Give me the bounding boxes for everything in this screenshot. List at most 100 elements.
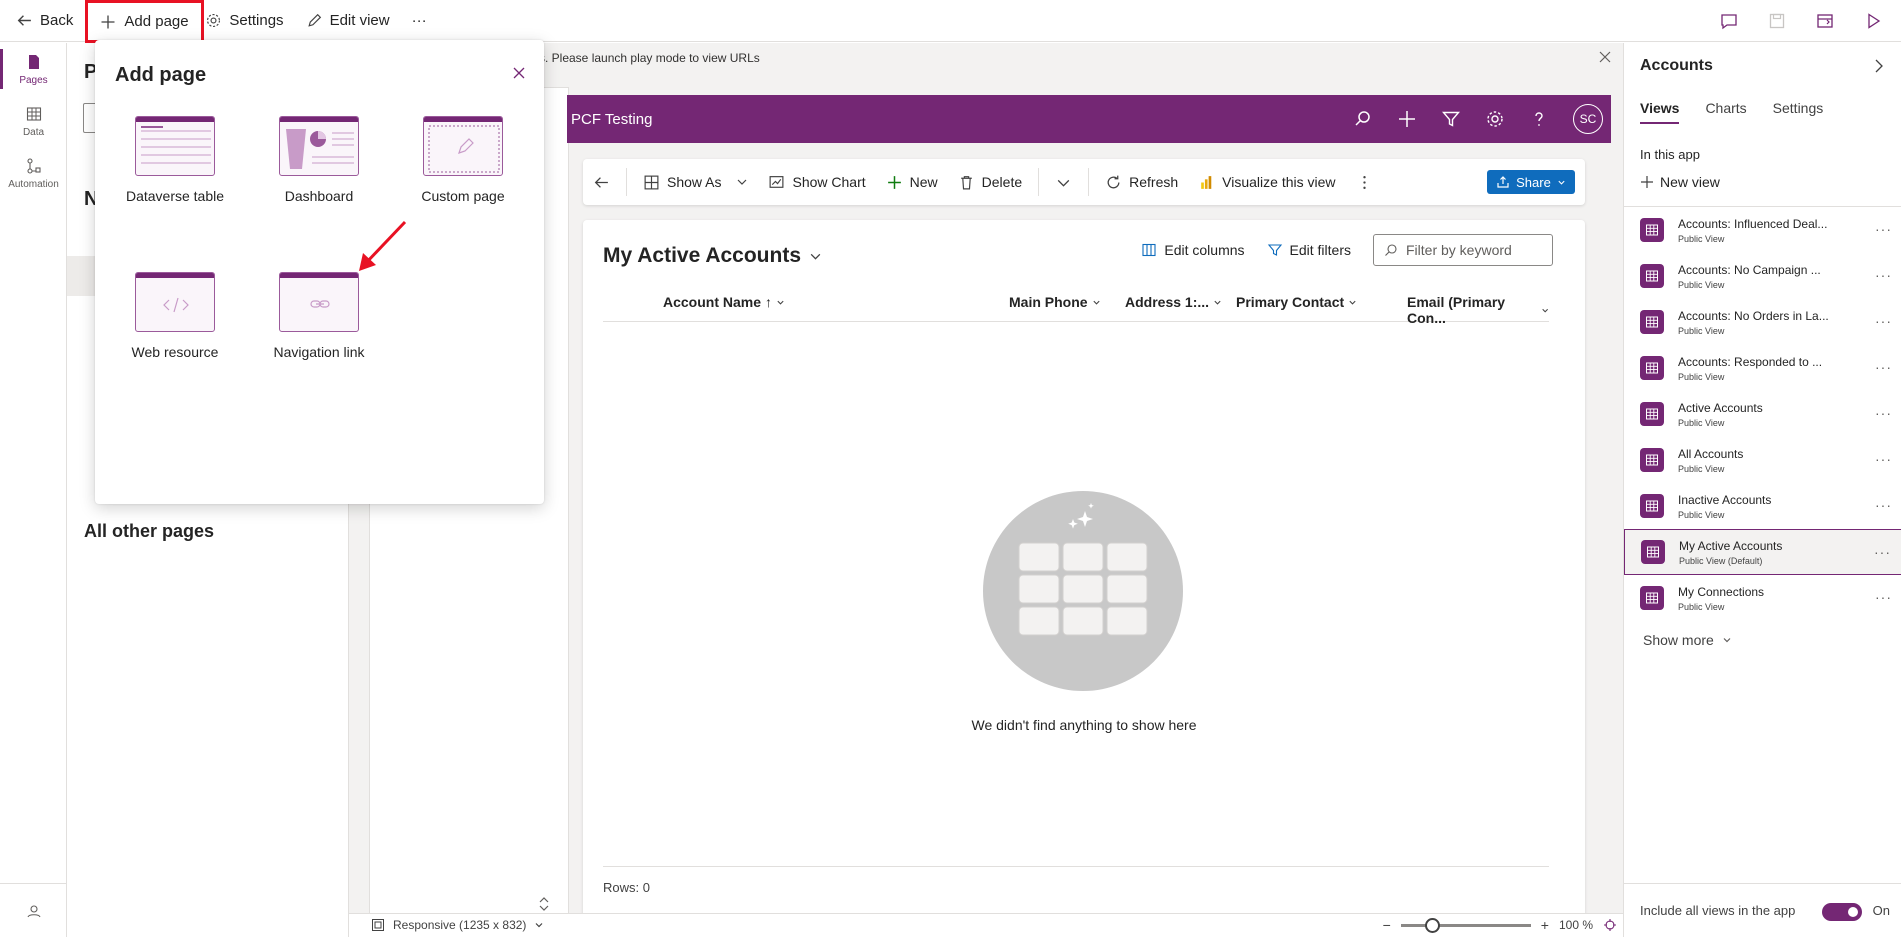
scroll-toggle-icon[interactable] xyxy=(537,896,551,912)
rail-item-pages[interactable]: Pages xyxy=(0,43,67,95)
back-button[interactable] xyxy=(583,159,620,205)
sort-ascending-icon: ↑ xyxy=(765,294,773,310)
view-more-button[interactable]: ··· xyxy=(1875,451,1892,467)
zoom-slider[interactable] xyxy=(1400,917,1531,933)
page-icon xyxy=(28,54,39,69)
responsive-dropdown[interactable]: Responsive (1235 x 832) xyxy=(371,918,544,932)
table-icon xyxy=(1641,540,1665,564)
app-header-icons: SC xyxy=(1353,95,1603,143)
save-icon[interactable] xyxy=(1767,11,1787,31)
tile-web-resource[interactable]: Web resource xyxy=(110,272,240,360)
dataverse-table-thumbnail xyxy=(135,116,215,176)
publish-icon[interactable] xyxy=(1815,11,1835,31)
view-more-button[interactable]: ··· xyxy=(1875,313,1892,329)
tab-settings[interactable]: Settings xyxy=(1773,100,1824,124)
view-more-button[interactable]: ··· xyxy=(1875,589,1892,605)
zoom-out-button[interactable]: − xyxy=(1383,917,1391,933)
flow-icon xyxy=(26,157,41,174)
tile-custom-page[interactable]: Custom page xyxy=(398,116,528,204)
refresh-button[interactable]: Refresh xyxy=(1095,159,1188,205)
view-list-item[interactable]: My Active Accounts Public View (Default) ·… xyxy=(1624,529,1901,575)
add-page-button[interactable]: Add page xyxy=(85,0,204,43)
view-more-button[interactable]: ··· xyxy=(1875,359,1892,375)
view-list-item[interactable]: Accounts: No Orders in La... Public View ·… xyxy=(1624,299,1901,345)
tile-navigation-link[interactable]: Navigation link xyxy=(254,272,384,360)
visualize-button[interactable]: Visualize this view xyxy=(1188,159,1345,205)
filter-by-keyword-input[interactable]: Filter by keyword xyxy=(1373,234,1553,266)
zoom-slider-thumb[interactable] xyxy=(1424,917,1440,933)
view-more-button[interactable]: ··· xyxy=(1875,267,1892,283)
filter-icon[interactable] xyxy=(1441,109,1461,129)
column-label: Email (Primary Con... xyxy=(1407,294,1506,326)
show-chart-button[interactable]: Show Chart xyxy=(758,159,875,205)
view-type: Public View xyxy=(1678,463,1725,474)
edit-filters-button[interactable]: Edit filters xyxy=(1267,242,1351,258)
tile-dashboard[interactable]: Dashboard xyxy=(254,116,384,204)
close-icon[interactable] xyxy=(1599,51,1611,63)
show-as-button[interactable]: Show As xyxy=(633,159,758,205)
tile-dataverse-table[interactable]: Dataverse table xyxy=(110,116,240,204)
new-button[interactable]: New xyxy=(876,159,948,205)
arrow-left-icon xyxy=(594,176,608,188)
column-header-primary-contact[interactable]: Primary Contact xyxy=(1236,294,1357,310)
view-selector[interactable]: My Active Accounts xyxy=(603,244,822,268)
plus-icon xyxy=(101,15,115,28)
share-button[interactable]: Share xyxy=(1487,170,1575,194)
view-list-item[interactable]: All Accounts Public View ··· xyxy=(1624,437,1901,483)
delete-button[interactable]: Delete xyxy=(948,159,1032,205)
avatar[interactable]: SC xyxy=(1573,104,1603,134)
include-all-views-toggle[interactable] xyxy=(1822,903,1862,921)
chevron-right-icon[interactable] xyxy=(1873,59,1885,73)
view-list-item[interactable]: My Connections Public View ··· xyxy=(1624,575,1901,621)
topbar-right-actions xyxy=(1719,0,1901,42)
view-more-button[interactable]: ··· xyxy=(1875,221,1892,237)
copilot-button[interactable] xyxy=(0,883,67,937)
overflow-button[interactable] xyxy=(1346,159,1383,205)
panel-title: Accounts xyxy=(1640,57,1713,74)
view-list-item[interactable]: Active Accounts Public View ··· xyxy=(1624,391,1901,437)
view-list-item[interactable]: Accounts: Responded to ... Public View ··· xyxy=(1624,345,1901,391)
comment-icon[interactable] xyxy=(1719,11,1739,31)
search-icon[interactable] xyxy=(1353,109,1373,129)
more-commands-dropdown[interactable] xyxy=(1045,159,1082,205)
fit-to-screen-icon[interactable] xyxy=(1603,918,1617,932)
rail-item-data[interactable]: Data xyxy=(0,95,67,147)
view-more-button[interactable]: ··· xyxy=(1874,544,1891,560)
close-icon[interactable] xyxy=(512,66,526,80)
grid-command-bar: Show As Show Chart New Delete Refresh Vi… xyxy=(583,159,1585,205)
column-header-account-name[interactable]: Account Name ↑ xyxy=(663,294,785,310)
zoom-in-button[interactable]: + xyxy=(1541,917,1549,933)
tab-charts[interactable]: Charts xyxy=(1705,100,1746,124)
view-list-item[interactable]: Inactive Accounts Public View ··· xyxy=(1624,483,1901,529)
tab-views[interactable]: Views xyxy=(1640,100,1680,124)
filter-icon xyxy=(1267,244,1282,256)
assistant-icon xyxy=(26,904,41,917)
edit-columns-button[interactable]: Edit columns xyxy=(1141,242,1245,258)
view-type: Public View xyxy=(1678,509,1725,520)
column-header-email[interactable]: Email (Primary Con... xyxy=(1407,294,1549,326)
back-button[interactable]: Back xyxy=(0,0,84,42)
views-list: Accounts: Influenced Deal... Public View ·… xyxy=(1624,206,1901,621)
new-view-button[interactable]: New view xyxy=(1640,174,1720,190)
view-list-item[interactable]: Accounts: Influenced Deal... Public View ·… xyxy=(1624,207,1901,253)
edit-view-button[interactable]: Edit view xyxy=(295,0,401,42)
column-header-address[interactable]: Address 1:... xyxy=(1125,294,1222,310)
more-button[interactable]: ··· xyxy=(401,0,438,42)
column-header-main-phone[interactable]: Main Phone xyxy=(1009,294,1101,310)
view-title: My Active Accounts xyxy=(603,244,801,267)
delete-label: Delete xyxy=(981,174,1023,190)
column-headers: Account Name ↑ Main Phone Address 1:... … xyxy=(603,284,1549,326)
settings-button[interactable]: Settings xyxy=(194,0,294,42)
show-more-button[interactable]: Show more xyxy=(1643,632,1732,648)
filter-placeholder: Filter by keyword xyxy=(1406,242,1512,258)
chevron-down-icon xyxy=(535,923,543,928)
view-more-button[interactable]: ··· xyxy=(1875,405,1892,421)
view-list-item[interactable]: Accounts: No Campaign ... Public View ··· xyxy=(1624,253,1901,299)
help-icon[interactable] xyxy=(1529,109,1549,129)
gear-icon[interactable] xyxy=(1485,109,1505,129)
plus-icon[interactable] xyxy=(1397,109,1417,129)
back-label: Back xyxy=(40,12,74,29)
view-more-button[interactable]: ··· xyxy=(1875,497,1892,513)
rail-item-automation[interactable]: Automation xyxy=(0,147,67,199)
play-icon[interactable] xyxy=(1863,11,1883,31)
